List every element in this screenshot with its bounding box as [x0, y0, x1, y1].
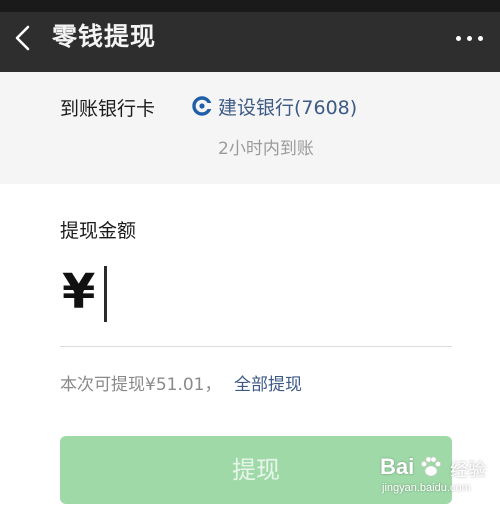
baidu-watermark: Bai 经验 jingyan.baidu.com: [378, 452, 498, 504]
watermark-brand: Bai: [380, 454, 415, 479]
currency-symbol: ¥: [62, 264, 96, 320]
amount-input-row[interactable]: ¥: [60, 262, 452, 326]
ccb-bank-icon: [192, 96, 212, 116]
status-strip: [0, 0, 500, 12]
bank-name-link[interactable]: 建设银行(7608): [218, 93, 357, 120]
page-title: 零钱提现: [52, 22, 157, 51]
withdraw-all-link[interactable]: 全部提现: [234, 370, 302, 395]
amount-input[interactable]: [104, 268, 444, 320]
watermark-url: jingyan.baidu.com: [382, 482, 471, 494]
arrival-time-text: 2小时内到账: [218, 139, 314, 159]
bank-card-label: 到账银行卡: [60, 98, 156, 120]
paw-icon: [418, 454, 444, 480]
amount-divider: [60, 346, 452, 347]
back-arrow-icon[interactable]: [10, 24, 36, 52]
watermark-suffix: 经验: [450, 460, 486, 481]
bank-card-section[interactable]: 到账银行卡 建设银行(7608) 2小时内到账: [0, 72, 500, 184]
navigation-bar: 零钱提现: [0, 0, 500, 72]
available-balance-text: 本次可提现¥51.01，: [60, 375, 222, 395]
more-options-icon[interactable]: [456, 28, 496, 48]
amount-label: 提现金额: [60, 220, 137, 242]
text-caret: [104, 266, 107, 322]
